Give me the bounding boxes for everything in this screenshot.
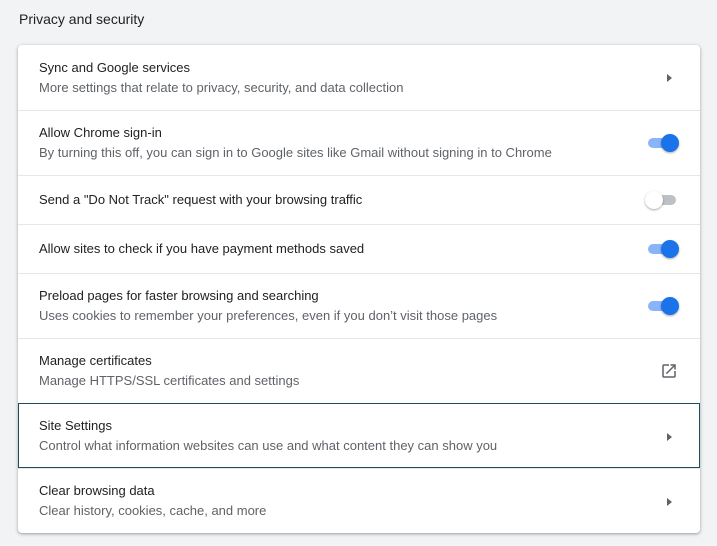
toggle-knob <box>661 297 679 315</box>
preload-pages-row[interactable]: Preload pages for faster browsing and se… <box>18 273 700 338</box>
manage-certificates-row[interactable]: Manage certificates Manage HTTPS/SSL cer… <box>18 338 700 403</box>
chevron-right-icon <box>667 433 672 441</box>
allow-chrome-signin-row[interactable]: Allow Chrome sign-in By turning this off… <box>18 110 700 175</box>
row-label: Allow Chrome sign-in <box>39 125 162 140</box>
chevron-right-icon <box>667 74 672 82</box>
row-sublabel: Manage HTTPS/SSL certificates and settin… <box>39 373 300 388</box>
row-label: Allow sites to check if you have payment… <box>39 241 365 256</box>
row-label: Site Settings <box>39 418 112 433</box>
row-sublabel: Uses cookies to remember your preference… <box>39 308 498 323</box>
row-label: Preload pages for faster browsing and se… <box>39 288 319 303</box>
preload-pages-toggle[interactable] <box>645 297 679 315</box>
toggle-knob <box>645 191 663 209</box>
allow-chrome-signin-toggle[interactable] <box>645 134 679 152</box>
site-settings-row[interactable]: Site Settings Control what information w… <box>18 403 700 468</box>
row-label: Manage certificates <box>39 353 152 368</box>
clear-browsing-data-row[interactable]: Clear browsing data Clear history, cooki… <box>18 468 700 533</box>
privacy-security-card: Sync and Google services More settings t… <box>18 45 700 533</box>
chevron-right-icon <box>667 498 672 506</box>
row-sublabel: Clear history, cookies, cache, and more <box>39 503 267 518</box>
row-sublabel: More settings that relate to privacy, se… <box>39 80 404 95</box>
row-sublabel: By turning this off, you can sign in to … <box>39 145 552 160</box>
sync-google-services-row[interactable]: Sync and Google services More settings t… <box>18 45 700 110</box>
toggle-knob <box>661 240 679 258</box>
row-sublabel: Control what information websites can us… <box>39 438 498 453</box>
payment-methods-row[interactable]: Allow sites to check if you have payment… <box>18 224 700 273</box>
payment-methods-toggle[interactable] <box>645 240 679 258</box>
do-not-track-toggle[interactable] <box>645 191 679 209</box>
toggle-knob <box>661 134 679 152</box>
section-title: Privacy and security <box>19 11 145 27</box>
row-label: Clear browsing data <box>39 483 155 498</box>
row-label: Sync and Google services <box>39 60 191 75</box>
do-not-track-row[interactable]: Send a "Do Not Track" request with your … <box>18 175 700 224</box>
external-link-icon <box>662 364 676 378</box>
row-label: Send a "Do Not Track" request with your … <box>39 192 363 207</box>
